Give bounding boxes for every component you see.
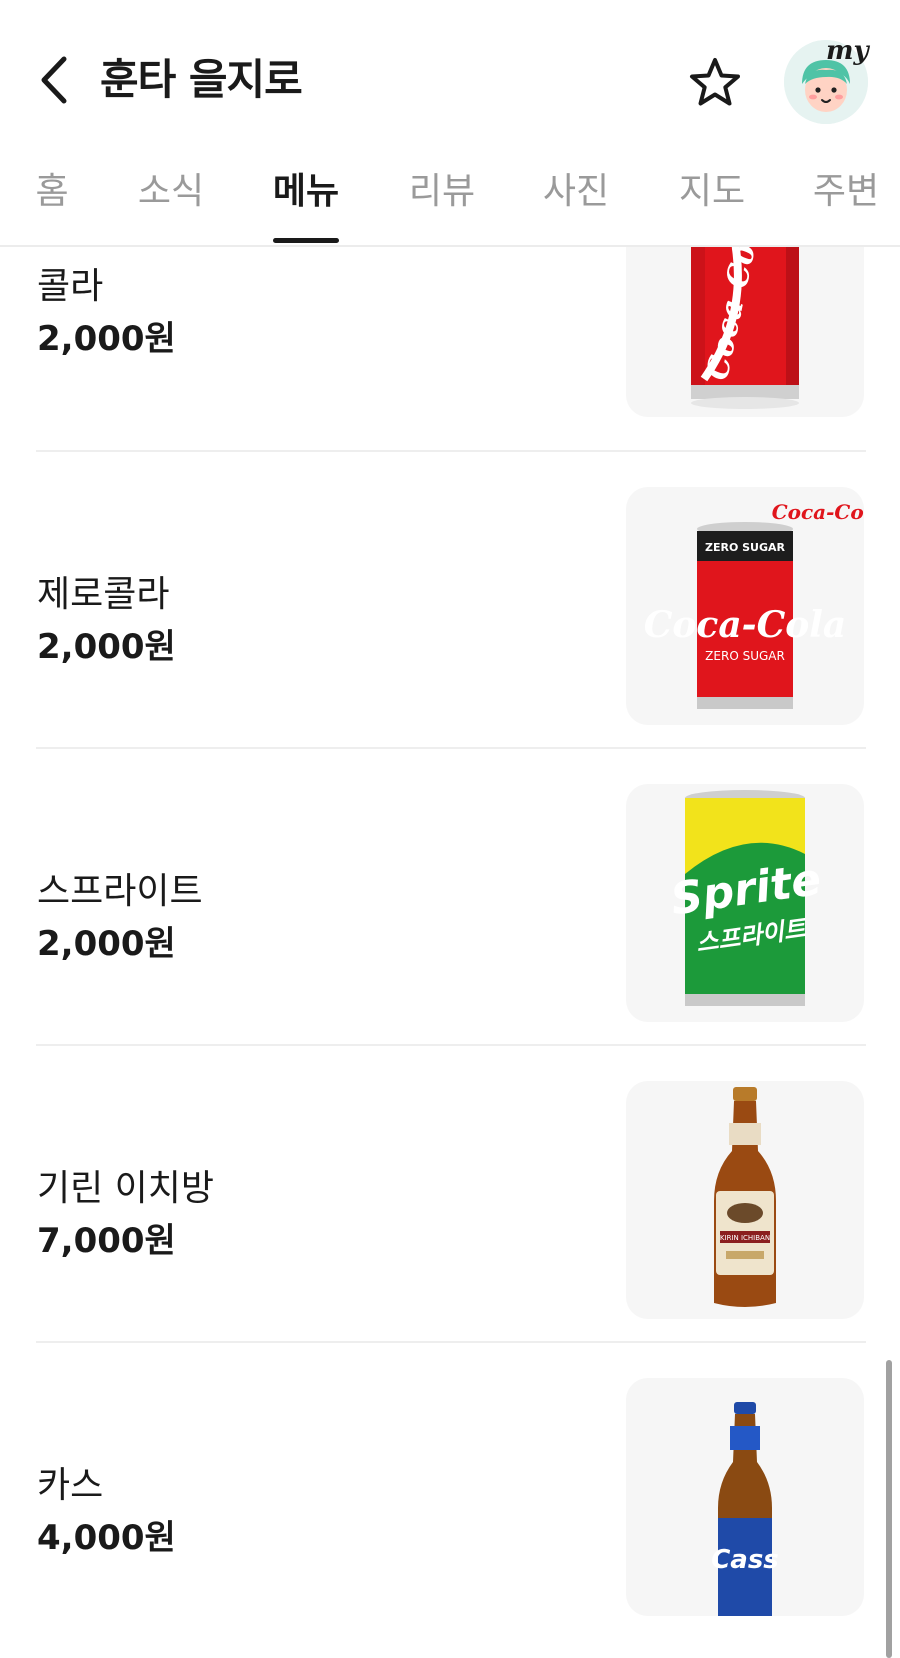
menu-item-image: Coca-Cola ZERO SUGAR Coca-Cola ZERO SUGA… — [626, 487, 864, 725]
menu-item[interactable]: 콜라 2,000원 Coca-Cola — [0, 247, 900, 493]
menu-item[interactable]: 제로콜라 2,000원 Coca-Cola ZERO SUGAR Coca-Co… — [0, 487, 900, 801]
svg-text:Cass: Cass — [711, 1545, 779, 1575]
menu-item[interactable]: 카스 4,000원 Cass — [0, 1378, 900, 1658]
menu-item-name: 스프라이트 — [37, 871, 203, 912]
tab-menu[interactable]: 메뉴 — [270, 162, 342, 222]
menu-item-name: 카스 — [37, 1465, 104, 1506]
svg-text:ZERO SUGAR: ZERO SUGAR — [705, 541, 786, 554]
cola-can-image: Coca-Cola — [691, 247, 799, 409]
tab-map[interactable]: 지도 — [676, 162, 748, 222]
menu-item[interactable]: 기린 이치방 7,000원 KIRIN ICHIBAN — [0, 1081, 900, 1395]
zero-cola-can-image: Coca-Cola ZERO SUGAR Coca-Cola ZERO SUGA… — [644, 500, 864, 709]
tab-photos[interactable]: 사진 — [540, 162, 612, 222]
menu-item-name: 콜라 — [37, 266, 104, 307]
menu-item-name: 제로콜라 — [37, 574, 170, 615]
menu-item-price: 2,000원 — [37, 924, 176, 964]
svg-text:Coca-Cola: Coca-Cola — [772, 500, 864, 524]
menu-item-price: 2,000원 — [37, 627, 176, 667]
divider — [36, 1044, 866, 1046]
star-outline-icon — [690, 58, 740, 106]
menu-item-price: 2,000원 — [37, 319, 176, 359]
menu-item-image: KIRIN ICHIBAN — [626, 1081, 864, 1319]
page-title: 훈타 을지로 — [100, 55, 303, 104]
scrollbar[interactable] — [886, 1360, 892, 1658]
svg-text:ZERO SUGAR: ZERO SUGAR — [705, 649, 785, 663]
svg-text:KIRIN ICHIBAN: KIRIN ICHIBAN — [720, 1234, 770, 1242]
kirin-bottle-image: KIRIN ICHIBAN — [714, 1087, 776, 1307]
top-bar: 훈타 을지로 my — [0, 0, 900, 160]
favorite-button[interactable] — [686, 54, 744, 112]
svg-text:Coca-Cola: Coca-Cola — [644, 604, 847, 646]
menu-item-price: 7,000원 — [37, 1221, 176, 1261]
my-profile-avatar[interactable]: my — [784, 36, 869, 124]
active-tab-indicator — [273, 238, 339, 243]
avatar-my-label: my — [826, 36, 869, 66]
chevron-left-icon — [41, 56, 67, 104]
sprite-can-image: Sprite 스프라이트 — [668, 790, 824, 1006]
menu-item-image: Sprite 스프라이트 — [626, 784, 864, 1022]
menu-item-price: 4,000원 — [37, 1518, 176, 1558]
section-tabs: 홈 소식 메뉴 리뷰 사진 지도 주변 — [0, 150, 900, 247]
menu-item-image: Cass — [626, 1378, 864, 1616]
divider — [36, 747, 866, 749]
menu-item[interactable]: 스프라이트 2,000원 Sprite 스프라이트 — [0, 784, 900, 1098]
tab-home[interactable]: 홈 — [30, 162, 74, 222]
tab-news[interactable]: 소식 — [135, 162, 207, 222]
back-button[interactable] — [30, 52, 76, 108]
cass-bottle-image: Cass — [711, 1402, 779, 1616]
divider — [36, 1341, 866, 1343]
tab-reviews[interactable]: 리뷰 — [406, 162, 478, 222]
divider — [36, 450, 866, 452]
tab-nearby[interactable]: 주변 — [810, 162, 882, 222]
menu-item-image: Coca-Cola — [626, 247, 864, 417]
menu-list: 콜라 2,000원 Coca-Cola 제로콜라 2,000원 Coca-Col… — [0, 247, 900, 1658]
menu-item-name: 기린 이치방 — [37, 1168, 215, 1209]
